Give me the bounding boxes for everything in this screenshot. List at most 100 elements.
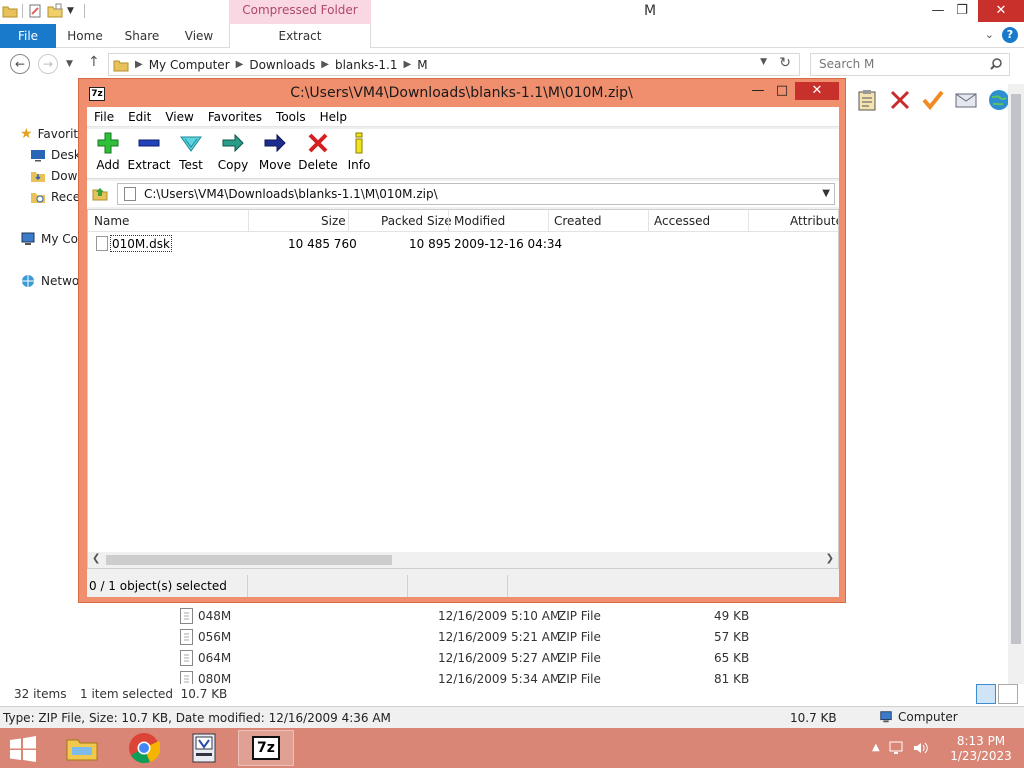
menu-edit[interactable]: Edit <box>121 110 158 124</box>
delete-button[interactable]: Delete <box>296 131 340 172</box>
properties-icon[interactable] <box>27 3 43 19</box>
refresh-icon[interactable]: ↻ <box>779 55 791 71</box>
menu-favorites[interactable]: Favorites <box>201 110 269 124</box>
menu-view[interactable]: View <box>158 110 200 124</box>
column-size[interactable]: Size <box>321 214 346 228</box>
list-item[interactable]: 048M 12/16/2009 5:10 AM ZIP File 49 KB <box>176 606 776 627</box>
horizontal-scrollbar[interactable]: ❮ ❯ <box>88 552 838 568</box>
nav-network[interactable]: Network <box>20 273 80 289</box>
network-status-icon[interactable] <box>888 740 904 756</box>
quick-access-toolbar: ▼ <box>2 3 85 19</box>
envelope-icon[interactable] <box>954 88 978 112</box>
clipboard-icon[interactable] <box>855 88 879 112</box>
column-name[interactable]: Name <box>94 214 129 228</box>
path-input[interactable]: C:\Users\VM4\Downloads\blanks-1.1\M\010M… <box>117 183 835 205</box>
folder-icon[interactable] <box>2 3 18 19</box>
column-packed-size[interactable]: Packed Size <box>381 214 452 228</box>
7zip-window: 7z C:\Users\VM4\Downloads\blanks-1.1\M\0… <box>78 78 846 603</box>
extract-button[interactable]: Extract <box>127 131 171 172</box>
help-icon[interactable]: ? <box>1002 27 1018 43</box>
show-hidden-icons-icon[interactable]: ▲ <box>872 740 880 756</box>
address-bar[interactable]: ▶ My Computer ▶ Downloads ▶ blanks-1.1 ▶… <box>108 53 800 76</box>
maximize-button[interactable]: □ <box>769 82 795 100</box>
scrollbar-thumb[interactable] <box>106 555 392 565</box>
copy-arrow-icon <box>222 133 244 153</box>
breadcrumb-separator-icon[interactable]: ▶ <box>321 59 329 70</box>
breadcrumb-separator-icon[interactable]: ▶ <box>135 59 143 70</box>
nav-recent-places[interactable]: Recent places <box>30 189 80 205</box>
expand-ribbon-icon[interactable]: ⌄ <box>985 28 994 41</box>
nav-desktop[interactable]: Desktop <box>30 147 80 163</box>
close-button[interactable]: ✕ <box>978 0 1024 22</box>
file-name[interactable]: 010M.dsk <box>110 235 172 252</box>
search-input[interactable]: Search M <box>810 53 1010 76</box>
breadcrumb-blanks[interactable]: blanks-1.1 <box>335 58 398 72</box>
7zip-app-icon[interactable]: 7z <box>89 87 105 101</box>
forward-button[interactable]: → <box>38 54 58 74</box>
nav-my-computer[interactable]: My Computer <box>20 231 80 247</box>
path-dropdown-icon[interactable]: ▼ <box>822 184 830 204</box>
close-button[interactable]: ✕ <box>795 82 839 100</box>
taskbar: 7z ▲ 8:13 PM 1/23/2023 <box>0 728 1024 768</box>
tab-home[interactable]: Home <box>58 24 112 48</box>
clock[interactable]: 8:13 PM 1/23/2023 <box>946 734 1016 764</box>
scroll-left-icon[interactable]: ❮ <box>92 553 100 564</box>
details-view-button[interactable] <box>976 684 996 704</box>
menu-file[interactable]: File <box>87 110 121 124</box>
taskbar-virtual-machine-app[interactable] <box>176 730 232 766</box>
volume-icon[interactable] <box>912 740 928 756</box>
delete-x-icon[interactable] <box>888 88 912 112</box>
tab-extract[interactable]: Extract <box>229 24 371 48</box>
address-dropdown-icon[interactable]: ▼ <box>760 57 767 67</box>
selection-status: 0 / 1 object(s) selected <box>89 579 227 593</box>
breadcrumb-separator-icon[interactable]: ▶ <box>236 59 244 70</box>
file-size: 10 485 760 <box>288 237 357 251</box>
add-button[interactable]: Add <box>87 131 129 172</box>
explorer-vertical-scrollbar[interactable] <box>1008 84 1024 684</box>
info-button[interactable]: Info <box>338 131 380 172</box>
taskbar-file-explorer[interactable] <box>54 730 110 766</box>
breadcrumb-m[interactable]: M <box>417 58 427 72</box>
table-row[interactable]: 010M.dsk 10 485 760 10 895 2009-12-16 04… <box>88 234 838 254</box>
file-modified: 2009-12-16 04:34 <box>454 237 563 251</box>
taskbar-chrome[interactable] <box>116 730 172 766</box>
taskbar-7zip[interactable]: 7z <box>238 730 294 766</box>
column-accessed[interactable]: Accessed <box>654 214 710 228</box>
nav-downloads[interactable]: Downloads <box>30 168 80 184</box>
move-button[interactable]: Move <box>254 131 296 172</box>
explorer-titlebar: ▼ Compressed Folder Tools M — ❐ ✕ <box>0 0 1024 37</box>
selection-info: 1 item selected 10.7 KB <box>80 687 228 701</box>
column-attributes[interactable]: Attributes <box>790 214 838 228</box>
column-created[interactable]: Created <box>554 214 602 228</box>
scroll-right-icon[interactable]: ❯ <box>826 553 834 564</box>
breadcrumb-downloads[interactable]: Downloads <box>249 58 315 72</box>
back-button[interactable]: ← <box>10 54 30 74</box>
breadcrumb-my-computer[interactable]: My Computer <box>149 58 230 72</box>
large-icons-view-button[interactable] <box>998 684 1018 704</box>
customize-qat-icon[interactable]: ▼ <box>67 6 74 16</box>
new-folder-icon[interactable] <box>47 3 63 19</box>
up-arrow-icon[interactable]: ↑ <box>88 54 100 70</box>
tab-view[interactable]: View <box>172 24 226 48</box>
recent-locations-icon[interactable]: ▼ <box>66 59 73 69</box>
windows-start-icon[interactable] <box>8 736 38 762</box>
menu-help[interactable]: Help <box>313 110 354 124</box>
scrollbar-thumb[interactable] <box>1011 94 1021 644</box>
minimize-button[interactable]: — <box>745 82 771 100</box>
list-item[interactable]: 080M 12/16/2009 5:34 AM ZIP File 81 KB <box>176 669 776 684</box>
menu-tools[interactable]: Tools <box>269 110 313 124</box>
test-button[interactable]: Test <box>170 131 212 172</box>
maximize-button[interactable]: ❐ <box>948 0 976 22</box>
tab-file[interactable]: File <box>0 24 56 48</box>
checkmark-icon[interactable] <box>921 88 945 112</box>
list-item[interactable]: 064M 12/16/2009 5:27 AM ZIP File 65 KB <box>176 648 776 669</box>
column-modified[interactable]: Modified <box>454 214 505 228</box>
search-icon[interactable] <box>989 57 1003 71</box>
breadcrumb-separator-icon[interactable]: ▶ <box>403 59 411 70</box>
copy-button[interactable]: Copy <box>212 131 254 172</box>
up-folder-icon[interactable] <box>91 184 109 202</box>
tab-share[interactable]: Share <box>114 24 170 48</box>
nav-favorites[interactable]: ★ Favorites <box>20 126 80 142</box>
list-item[interactable]: 056M 12/16/2009 5:21 AM ZIP File 57 KB <box>176 627 776 648</box>
zip-file-icon <box>180 608 193 624</box>
